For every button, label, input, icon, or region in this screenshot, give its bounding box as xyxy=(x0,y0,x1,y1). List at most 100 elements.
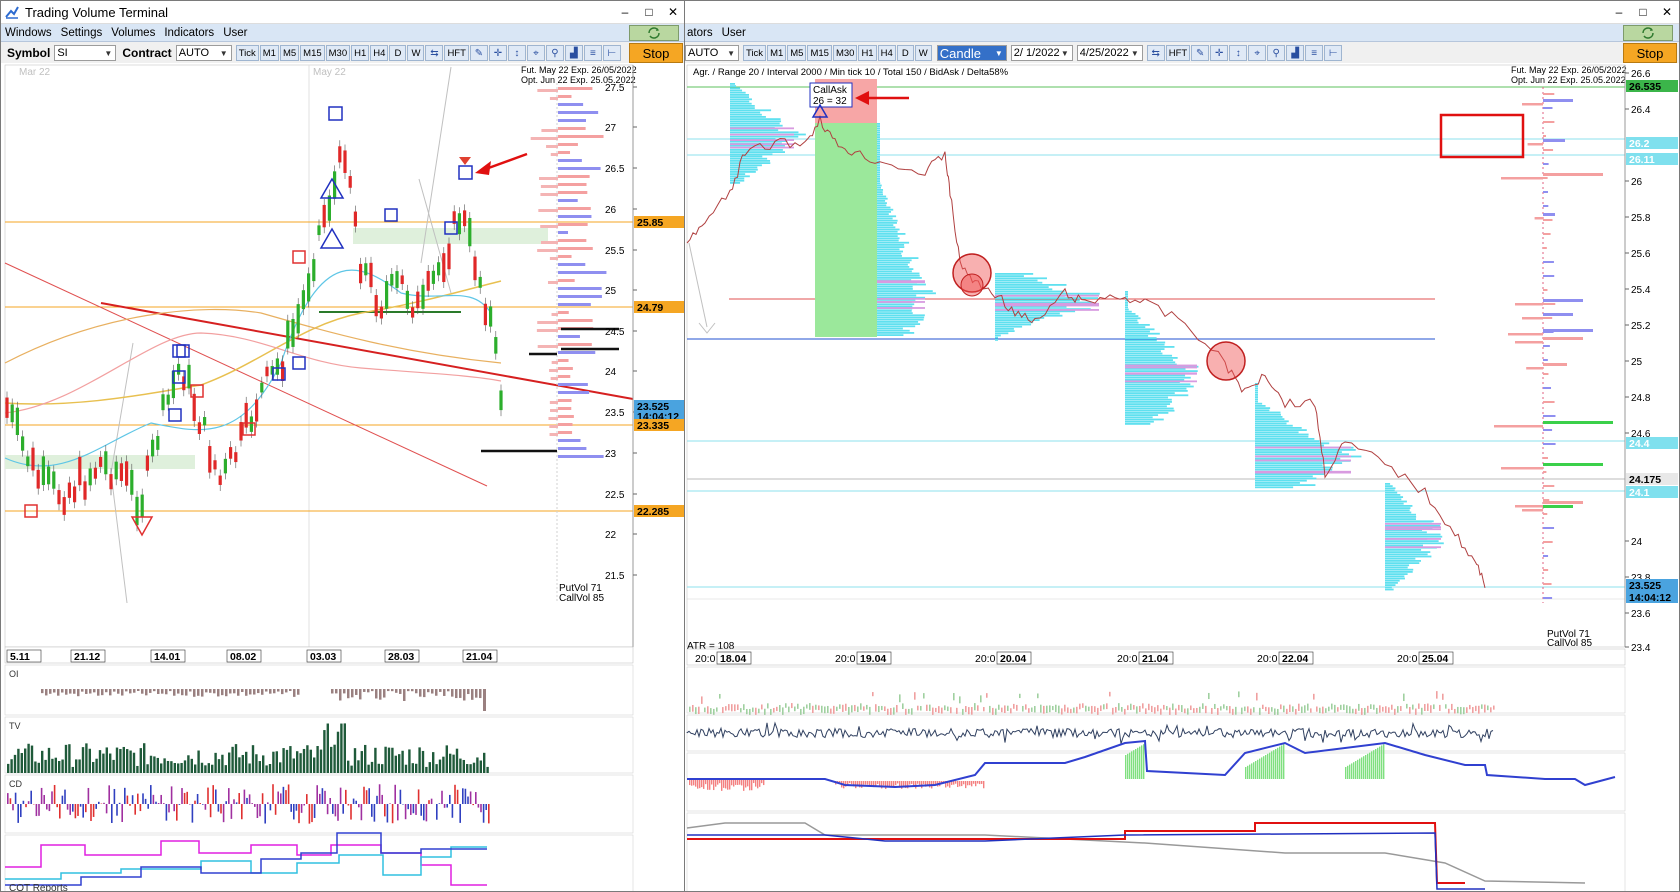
pencil-icon: ✎ xyxy=(1196,47,1205,59)
date-label: 18.04 xyxy=(720,653,746,665)
tf-m5-button[interactable]: M5 xyxy=(787,45,807,61)
tf-tick-button[interactable]: Tick xyxy=(235,45,259,61)
levels-tool-button[interactable]: ≡ xyxy=(583,45,602,61)
minimize-button[interactable]: – xyxy=(1607,5,1631,19)
tf-h1-button[interactable]: H1 xyxy=(351,45,370,61)
price-tick-label: 24 xyxy=(1631,537,1643,548)
tf-h1-button[interactable]: H1 xyxy=(858,45,877,61)
tf-d-button[interactable]: D xyxy=(389,45,407,61)
menu-volumes[interactable]: Volumes xyxy=(111,27,155,39)
refresh-button[interactable] xyxy=(629,24,679,41)
tf-w-button[interactable]: W xyxy=(407,45,425,61)
price-tick-label: 22 xyxy=(605,530,617,541)
range-tool-button[interactable]: ⊢ xyxy=(1324,45,1343,61)
pencil-tool-button[interactable]: ✎ xyxy=(1191,45,1210,61)
price-tick-label: 25.4 xyxy=(1631,285,1651,296)
tf-m1-button[interactable]: M1 xyxy=(767,45,787,61)
target-icon: ⌖ xyxy=(533,47,539,59)
callask-title: CallAsk xyxy=(813,85,848,96)
target-tool-button[interactable]: ⌖ xyxy=(1248,45,1267,61)
hft-button[interactable]: HFT xyxy=(444,45,469,61)
menu-indicators[interactable]: ators xyxy=(687,27,713,39)
tf-m15-button[interactable]: M15 xyxy=(300,45,325,61)
close-button[interactable]: ✕ xyxy=(661,5,685,19)
chevron-down-icon: ▼ xyxy=(994,49,1003,58)
profile-tool-button[interactable]: ▟ xyxy=(564,45,583,61)
price-tag: 22.285 xyxy=(637,506,669,518)
right-title-bar[interactable]: – □ ✕ xyxy=(685,1,1679,24)
arrows-icon: ⇆ xyxy=(1151,47,1160,59)
date-from-picker[interactable]: 2/ 1/2022 ▼ xyxy=(1010,45,1073,61)
tf-w-button[interactable]: W xyxy=(914,45,932,61)
tf-m30-button[interactable]: M30 xyxy=(832,45,858,61)
tf-h4-button[interactable]: H4 xyxy=(877,45,896,61)
tf-m1-button[interactable]: M1 xyxy=(259,45,279,61)
window-title: Trading Volume Terminal xyxy=(25,4,169,20)
price-tag: 26.2 xyxy=(1629,138,1650,150)
price-tick-label: 24 xyxy=(605,367,617,378)
range-tool-button[interactable]: ⊢ xyxy=(602,45,621,61)
price-tick-label: 26.5 xyxy=(605,164,625,175)
right-chart[interactable]: Agr. / Range 20 / Interval 2000 / Min ti… xyxy=(685,63,1680,892)
right-terminal-window: – □ ✕ ators User AUTO ▼ Tick M1 M5 M15 M3… xyxy=(684,0,1680,892)
target-icon: ⌖ xyxy=(1254,47,1261,59)
date-label: 14.01 xyxy=(154,651,180,663)
tf-m15-button[interactable]: M15 xyxy=(807,45,832,61)
price-tag: 14:04:12 xyxy=(1629,592,1671,604)
stop-button[interactable]: Stop xyxy=(629,43,683,63)
chart-type-value: Candle xyxy=(939,45,981,61)
right-menu-bar: ators User xyxy=(685,24,1679,42)
target-tool-button[interactable]: ⌖ xyxy=(526,45,545,61)
month-label-may: May 22 xyxy=(313,67,346,78)
minimize-button[interactable]: – xyxy=(613,5,637,19)
contract-select[interactable]: AUTO ▼ xyxy=(685,45,739,61)
vertical-scale-button[interactable]: ↕ xyxy=(1229,45,1248,61)
chart-type-select[interactable]: Candle ▼ xyxy=(936,45,1007,61)
price-tick-label: 27.5 xyxy=(605,83,625,94)
range-icon: ⊢ xyxy=(1328,47,1338,59)
crosshair-icon: ✛ xyxy=(493,47,503,59)
stop-button[interactable]: Stop xyxy=(1623,43,1677,63)
hft-button[interactable]: HFT xyxy=(1165,45,1191,61)
levels-tool-button[interactable]: ≡ xyxy=(1305,45,1324,61)
time-label: 20:0 xyxy=(1117,653,1138,665)
symbol-label: Symbol xyxy=(7,46,51,60)
contract-select[interactable]: AUTO ▼ xyxy=(175,45,232,61)
refresh-icon xyxy=(1642,26,1654,39)
chart-params: Agr. / Range 20 / Interval 2000 / Min ti… xyxy=(693,67,1009,78)
arrows-tool-button[interactable]: ⇆ xyxy=(425,45,444,61)
tf-m30-button[interactable]: M30 xyxy=(325,45,351,61)
zoom-tool-button[interactable]: ⚲ xyxy=(1267,45,1286,61)
zoom-tool-button[interactable]: ⚲ xyxy=(545,45,564,61)
maximize-button[interactable]: □ xyxy=(1631,5,1655,19)
maximize-button[interactable]: □ xyxy=(637,5,661,19)
menu-indicators[interactable]: Indicators xyxy=(164,27,214,39)
pencil-tool-button[interactable]: ✎ xyxy=(469,45,488,61)
close-button[interactable]: ✕ xyxy=(1655,5,1679,19)
symbol-select[interactable]: SI ▼ xyxy=(54,45,117,61)
crosshair-tool-button[interactable]: ✛ xyxy=(488,45,507,61)
tf-m5-button[interactable]: M5 xyxy=(279,45,300,61)
profile-tool-button[interactable]: ▟ xyxy=(1286,45,1305,61)
arrows-tool-button[interactable]: ⇆ xyxy=(1146,45,1165,61)
tf-tick-button[interactable]: Tick xyxy=(743,45,767,61)
menu-windows[interactable]: Windows xyxy=(5,27,52,39)
date-to-picker[interactable]: 4/25/2022 ▼ xyxy=(1076,45,1143,61)
left-title-bar[interactable]: Trading Volume Terminal – □ ✕ xyxy=(1,1,685,24)
tf-d-button[interactable]: D xyxy=(896,45,914,61)
tf-h4-button[interactable]: H4 xyxy=(370,45,389,61)
menu-user[interactable]: User xyxy=(722,27,746,39)
left-toolbar: Symbol SI ▼ Contract AUTO ▼ Tick M1 M5 M15… xyxy=(1,42,685,65)
price-tag: 24.1 xyxy=(1629,487,1650,499)
left-chart[interactable]: Mar 22 May 22 Fut. May 22 Exp. 26/05/202… xyxy=(1,63,686,892)
vertical-scale-button[interactable]: ↕ xyxy=(507,45,526,61)
refresh-icon xyxy=(648,26,660,39)
refresh-button[interactable] xyxy=(1623,24,1673,41)
app-logo-icon xyxy=(5,6,19,19)
price-tick-label: 24.5 xyxy=(605,327,625,338)
crosshair-tool-button[interactable]: ✛ xyxy=(1210,45,1229,61)
callvol-label: CallVol 85 xyxy=(559,593,604,604)
menu-settings[interactable]: Settings xyxy=(61,27,103,39)
menu-user[interactable]: User xyxy=(223,27,247,39)
magnifier-icon: ⚲ xyxy=(551,47,559,59)
